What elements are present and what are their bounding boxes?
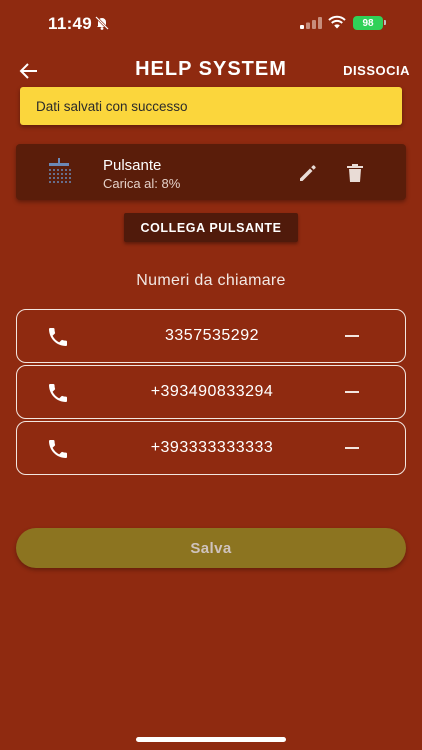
save-button[interactable]: Salva	[16, 528, 406, 568]
home-indicator	[136, 737, 286, 742]
phone-row[interactable]: +393490833294	[16, 365, 406, 419]
dissocia-button[interactable]: DISSOCIA	[343, 63, 410, 78]
shower-icon	[49, 158, 71, 183]
minus-icon[interactable]	[345, 391, 359, 393]
wifi-icon	[328, 15, 346, 29]
minus-icon[interactable]	[345, 335, 359, 337]
phone-row[interactable]: 3357535292	[16, 309, 406, 363]
pencil-icon[interactable]	[298, 163, 318, 183]
minus-icon[interactable]	[345, 447, 359, 449]
status-bar: 11:49 98	[0, 0, 422, 46]
charge-label: Carica al:	[103, 176, 158, 191]
bell-slash-icon	[95, 16, 109, 30]
battery-cap	[384, 20, 386, 25]
success-snackbar: Dati salvati con successo	[20, 87, 402, 125]
device-name: Pulsante	[103, 157, 162, 174]
trash-icon[interactable]	[346, 163, 364, 183]
device-charge: Carica al: 8%	[103, 176, 180, 191]
phone-row[interactable]: +393333333333	[16, 421, 406, 475]
app-bar: HELP SYSTEM DISSOCIA	[0, 52, 422, 92]
device-card: Pulsante Carica al: 8%	[16, 144, 406, 200]
signal-icon	[300, 17, 322, 29]
battery-indicator: 98	[353, 16, 383, 30]
status-time: 11:49	[48, 14, 93, 33]
numbers-section-title: Numeri da chiamare	[136, 272, 286, 289]
charge-value: 8%	[161, 176, 181, 191]
collega-pulsante-button[interactable]: COLLEGA PULSANTE	[124, 213, 298, 242]
